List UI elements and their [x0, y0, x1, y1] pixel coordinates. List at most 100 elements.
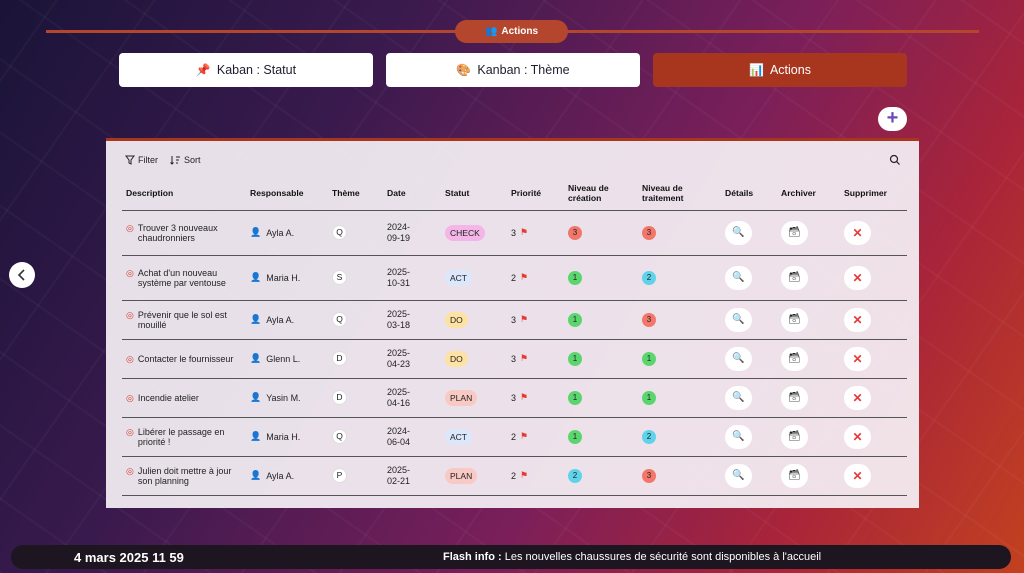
tab-label: Actions — [769, 63, 811, 77]
table-row[interactable]: ◎ Julien doit mettre à jour son planning … — [122, 456, 907, 496]
column-header[interactable]: Niveau de traitement — [638, 177, 721, 211]
table-row[interactable]: ◎ Achat d'un nouveau système par ventouse… — [122, 255, 907, 301]
description-text: Incendie atelier — [137, 392, 199, 403]
view-tabs: 📌 Kaban : Statut 🎨 Kanban : Thème 📊 Acti… — [119, 53, 907, 87]
creation-level-badge: 1 — [568, 429, 582, 444]
details-button[interactable]: 🔍 — [725, 385, 752, 410]
column-header[interactable]: Priorité — [507, 177, 564, 211]
filter-icon — [125, 155, 135, 165]
priority-value: 3 — [511, 353, 517, 364]
creation-level-cell: 1 — [564, 255, 638, 301]
delete-button[interactable]: ✕ — [844, 424, 871, 449]
priority-value: 3 — [511, 227, 517, 238]
filter-button[interactable]: Filter — [125, 155, 158, 165]
chevron-left-icon — [17, 269, 25, 281]
archive-box-icon: 🗃 — [788, 314, 801, 325]
close-icon: ✕ — [852, 390, 863, 405]
column-header[interactable]: Thème — [328, 177, 383, 211]
archive-button[interactable]: 🗃 — [781, 220, 808, 245]
tab-kanban-theme[interactable]: 🎨 Kanban : Thème — [386, 53, 640, 87]
details-button[interactable]: 🔍 — [725, 346, 752, 371]
archive-cell: 🗃 — [777, 255, 840, 301]
creation-level-cell: 1 — [564, 378, 638, 418]
treatment-level-cell: 2 — [638, 255, 721, 301]
details-button[interactable]: 🔍 — [725, 424, 752, 449]
archive-button[interactable]: 🗃 — [781, 385, 808, 410]
sort-button[interactable]: Sort — [170, 155, 201, 165]
creation-level-cell: 3 — [564, 210, 638, 256]
status-badge: DO — [445, 350, 468, 367]
table-row[interactable]: ◎ Incendie atelier 👤 Yasin M. D 2025-04-16… — [122, 378, 907, 418]
archive-button[interactable]: 🗃 — [781, 424, 808, 449]
creation-level-cell: 2 — [564, 456, 638, 496]
status-cell: ACT — [441, 255, 507, 301]
delete-button[interactable]: ✕ — [844, 346, 871, 371]
delete-cell: ✕ — [840, 417, 907, 457]
footer-bar: 4 mars 2025 11 59 Flash info : Les nouve… — [11, 545, 1011, 569]
theme-badge: D — [332, 351, 347, 366]
treatment-level-cell: 1 — [638, 339, 721, 379]
magnifier-icon: 🔍 — [732, 227, 745, 238]
flash-label: Flash info : — [443, 551, 502, 563]
delete-button[interactable]: ✕ — [844, 220, 871, 245]
add-action-button[interactable]: + — [878, 107, 907, 131]
magnifier-icon: 🔍 — [732, 431, 745, 442]
description-cell: ◎ Incendie atelier — [122, 378, 246, 418]
theme-cell: D — [328, 378, 383, 418]
details-button[interactable]: 🔍 — [725, 220, 752, 245]
treatment-level-cell: 1 — [638, 378, 721, 418]
column-header[interactable]: Niveau de création — [564, 177, 638, 211]
magnifier-icon: 🔍 — [732, 314, 745, 325]
archive-button[interactable]: 🗃 — [781, 346, 808, 371]
close-icon: ✕ — [852, 225, 863, 240]
archive-button[interactable]: 🗃 — [781, 463, 808, 488]
treatment-level-badge: 3 — [642, 312, 656, 327]
tab-kaban-statut[interactable]: 📌 Kaban : Statut — [119, 53, 373, 87]
priority-cell: 3 ⚑ — [507, 378, 564, 418]
details-button[interactable]: 🔍 — [725, 463, 752, 488]
delete-button[interactable]: ✕ — [844, 463, 871, 488]
delete-button[interactable]: ✕ — [844, 385, 871, 410]
delete-button[interactable]: ✕ — [844, 265, 871, 290]
table-toolbar: Filter Sort — [125, 155, 201, 165]
details-cell: 🔍 — [721, 417, 777, 457]
status-cell: CHECK — [441, 210, 507, 256]
magnifier-icon: 🔍 — [732, 353, 745, 364]
treatment-level-badge: 2 — [642, 429, 656, 444]
archive-button[interactable]: 🗃 — [781, 307, 808, 332]
previous-page-button[interactable] — [9, 262, 35, 288]
close-icon: ✕ — [852, 351, 863, 366]
archive-cell: 🗃 — [777, 300, 840, 340]
details-button[interactable]: 🔍 — [725, 265, 752, 290]
details-button[interactable]: 🔍 — [725, 307, 752, 332]
table-row[interactable]: ◎ Contacter le fournisseur 👤 Glenn L. D 20… — [122, 339, 907, 379]
delete-cell: ✕ — [840, 339, 907, 379]
archive-box-icon: 🗃 — [788, 470, 801, 481]
responsable-name: Ayla A. — [266, 227, 295, 238]
theme-badge: Q — [332, 225, 347, 240]
column-header[interactable]: Responsable — [246, 177, 328, 211]
creation-level-badge: 1 — [568, 351, 582, 366]
responsable-cell: 👤 Maria H. — [246, 255, 328, 301]
person-icon: 👤 — [250, 470, 262, 480]
delete-button[interactable]: ✕ — [844, 307, 871, 332]
column-header[interactable]: Statut — [441, 177, 507, 211]
column-header[interactable]: Description — [122, 177, 246, 211]
table-row[interactable]: ◎ Libérer le passage en priorité ! 👤 Maria… — [122, 417, 907, 457]
date-text: 2025-03-18 — [387, 308, 411, 330]
status-badge: ACT — [445, 428, 472, 445]
column-header[interactable]: Date — [383, 177, 441, 211]
archive-button[interactable]: 🗃 — [781, 265, 808, 290]
table-row[interactable]: ◎ Trouver 3 nouveaux chaudronniers 👤 Ayla … — [122, 210, 907, 256]
close-icon: ✕ — [852, 312, 863, 327]
tab-actions[interactable]: 📊 Actions — [653, 53, 907, 87]
search-icon[interactable] — [889, 154, 901, 166]
details-cell: 🔍 — [721, 339, 777, 379]
theme-badge: S — [332, 270, 347, 285]
creation-level-cell: 1 — [564, 300, 638, 340]
delete-cell: ✕ — [840, 210, 907, 256]
description-cell: ◎ Prévenir que le sol est mouillé — [122, 300, 246, 340]
priority-cell: 3 ⚑ — [507, 300, 564, 340]
table-row[interactable]: ◎ Prévenir que le sol est mouillé 👤 Ayla A… — [122, 300, 907, 340]
theme-badge: Q — [332, 429, 347, 444]
